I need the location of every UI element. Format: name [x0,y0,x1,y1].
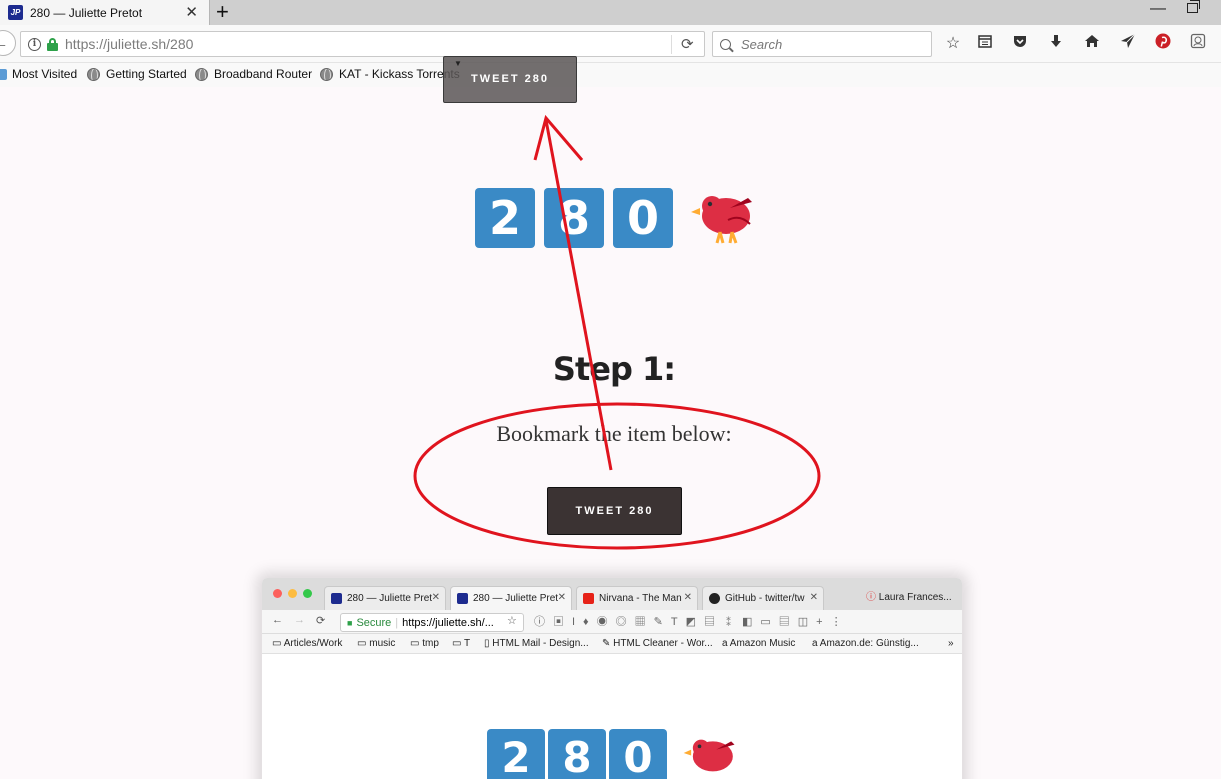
dragged-bookmarklet-ghost[interactable]: ▼ TWEET 280 [443,56,577,103]
back-arrow-icon: ← [272,614,283,626]
url-text[interactable]: https://juliette.sh/280 [65,36,193,52]
browser-tab-active[interactable]: JP 280 — Juliette Pretot ✕ [0,0,210,25]
folder-icon [0,68,7,80]
close-dot-icon [273,589,282,598]
globe-icon [195,67,208,81]
minimize-dot-icon [288,589,297,598]
zoom-dot-icon [303,589,312,598]
step-description: Bookmark the item below: [496,421,732,446]
screenshot-omnibox: ■ Secure | https://juliette.sh/... [340,613,524,632]
bookmark-kat[interactable]: KAT - Kickass Torrents [320,67,460,81]
tab-strip: JP 280 — Juliette Pretot ✕ + — [0,0,1221,25]
screenshot-nav-bar: ← → ⟳ ■ Secure | https://juliette.sh/...… [262,610,962,634]
character-counter: 2 8 0 [475,188,682,248]
screenshot-profile-label: ⓘ Laura Frances... [866,592,952,603]
screenshot-bookmarks-bar: ▭ Articles/Work ▭ music ▭ tmp ▭ T ▯ HTML… [262,634,962,654]
navigation-toolbar: ← i https://juliette.sh/280 ⟳ Search ☆ [0,25,1221,63]
example-screenshot: 280 — Juliette Pret ✕ 280 — Juliette Pret… [262,578,962,779]
search-icon [720,38,731,50]
screenshot-tab: 280 — Juliette Pret ✕ [324,586,446,610]
reader-icon[interactable] [974,33,996,55]
bookmark-getting-started[interactable]: Getting Started [87,67,187,81]
url-separator [671,35,672,54]
minimize-window-button[interactable]: — [1150,0,1166,18]
new-tab-button[interactable]: + [216,0,229,25]
close-tab-icon[interactable]: ✕ [185,3,198,21]
reload-icon: ⟳ [316,615,326,627]
screenshot-counter-digit: 8 [548,729,606,779]
home-icon[interactable] [1081,33,1103,55]
globe-icon [320,67,333,81]
screenshot-counter-digit: 2 [487,729,545,779]
star-icon[interactable]: ☆ [942,33,964,55]
restore-window-button[interactable] [1187,0,1200,13]
youtube-icon [583,593,594,604]
red-bird-icon [683,739,735,772]
jp-favicon-icon [331,593,342,604]
counter-digit: 0 [613,188,673,248]
extension-icons: ⓘ▣I♦◉◎▦✎T◩▤⁑◧▭▤◫+⋮ [534,616,850,628]
bookmark-broadband-router[interactable]: Broadband Router [195,67,312,81]
annotation-arrowhead [533,114,584,161]
search-placeholder: Search [741,36,783,52]
reload-icon[interactable]: ⟳ [681,35,694,53]
lock-icon[interactable] [47,37,58,51]
lock-icon: ■ [347,617,353,628]
forward-arrow-icon: → [294,614,305,626]
pinterest-icon[interactable] [1152,33,1174,55]
screenshot-tab-strip: 280 — Juliette Pret ✕ 280 — Juliette Pret… [262,578,962,610]
counter-digit: 8 [544,188,604,248]
jp-favicon-icon [457,593,468,604]
send-icon[interactable] [1117,33,1139,55]
download-icon[interactable] [1045,33,1067,55]
bookmark-most-visited[interactable]: Most Visited [0,67,77,81]
screenshot-tab-active: 280 — Juliette Pret ✕ [450,586,572,610]
extension-icon[interactable] [1187,33,1209,55]
screenshot-counter-digit: 0 [609,729,667,779]
url-bar[interactable]: i https://juliette.sh/280 ⟳ [20,31,705,57]
counter-digit: 2 [475,188,535,248]
red-bird-icon [691,196,752,244]
tweet-280-bookmarklet-button[interactable]: TWEET 280 [547,487,682,535]
globe-icon [87,67,100,81]
annotation-arrow [544,119,613,471]
drop-indicator-icon: ▼ [454,59,462,68]
back-button[interactable]: ← [0,30,16,56]
tab-title: 280 — Juliette Pretot [30,5,143,20]
step-title: Step 1: [552,350,676,388]
site-favicon-icon: JP [8,5,23,20]
screenshot-tab: Nirvana - The Man ✕ [576,586,698,610]
info-icon[interactable]: i [28,37,41,51]
search-bar[interactable]: Search [712,31,932,57]
github-icon [709,593,720,604]
pocket-icon[interactable] [1009,33,1031,55]
star-icon: ☆ [507,615,517,627]
bookmarks-toolbar: Most Visited Getting Started Broadband R… [0,63,1221,87]
screenshot-tab: GitHub - twitter/tw ✕ [702,586,824,610]
